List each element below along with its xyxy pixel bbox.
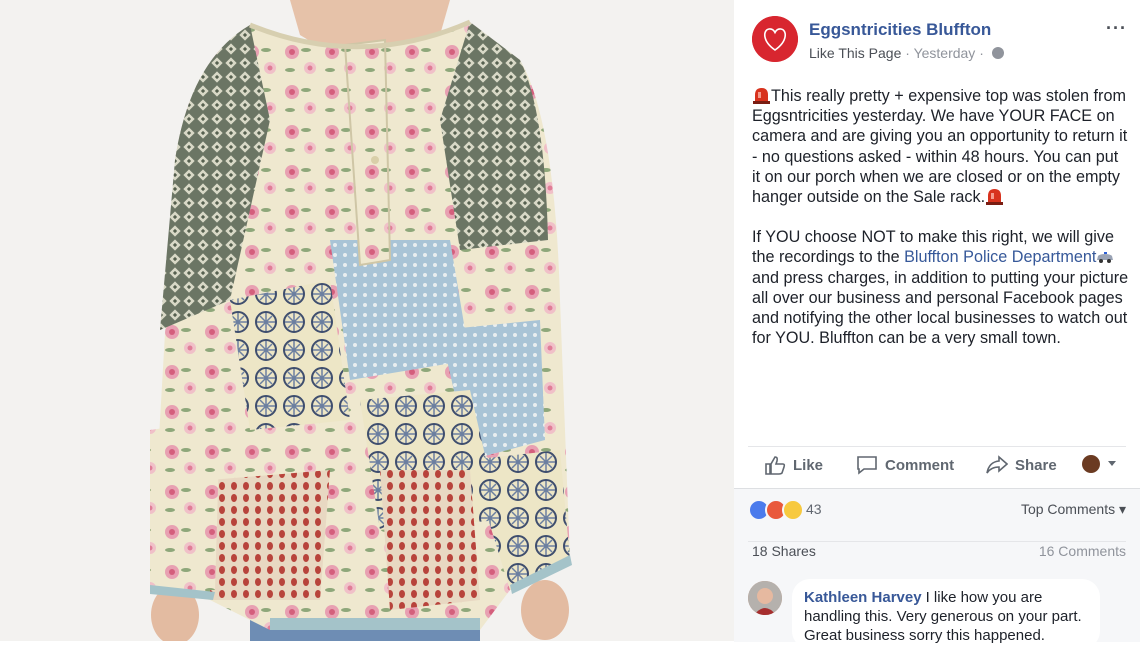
- like-page-link[interactable]: Like This Page: [809, 45, 901, 61]
- reaction-count[interactable]: 43: [806, 501, 822, 517]
- siren-icon-2: [986, 189, 1004, 206]
- post-body: This really pretty + expensive top was s…: [752, 86, 1130, 368]
- reaction-identity-selector[interactable]: [1082, 455, 1117, 473]
- post-meta: Like This Page · Yesterday ·: [809, 45, 1004, 61]
- chevron-down-icon: [1108, 461, 1116, 466]
- page-name[interactable]: Eggsntricities Bluffton: [809, 20, 991, 40]
- share-arrow-icon: [986, 455, 1008, 474]
- comment-author[interactable]: Kathleen Harvey: [804, 589, 922, 606]
- reaction-icons[interactable]: [748, 499, 804, 521]
- post-text-2b: and press charges, in addition to puttin…: [752, 268, 1129, 348]
- post-time[interactable]: Yesterday: [914, 45, 976, 61]
- shares-count[interactable]: 18 Shares: [752, 543, 816, 559]
- comment-bubble: Kathleen Harvey I like how you are handli…: [792, 579, 1100, 649]
- like-button[interactable]: Like: [764, 455, 823, 475]
- facebook-post: Eggsntricities Bluffton Like This Page ·…: [734, 0, 1140, 649]
- police-department-link[interactable]: Bluffton Police Department: [904, 248, 1096, 266]
- commenter-avatar[interactable]: [748, 581, 782, 615]
- heart-logo-icon: [752, 16, 798, 62]
- top-comments-dropdown[interactable]: Top Comments ▾: [1021, 501, 1126, 518]
- post-header: Eggsntricities Bluffton Like This Page ·…: [752, 16, 1127, 66]
- viewer-avatar: [1082, 455, 1100, 473]
- comment-item: Kathleen Harvey I like how you are handli…: [748, 579, 1128, 649]
- post-text-1: This really pretty + expensive top was s…: [752, 87, 1128, 207]
- comment-bubble-icon: [857, 456, 877, 475]
- post-footer: 43 Top Comments ▾ 18 Shares 16 Comments …: [734, 488, 1140, 649]
- share-label: Share: [1015, 456, 1057, 474]
- share-button[interactable]: Share: [986, 455, 1057, 475]
- police-car-icon: [1097, 252, 1114, 264]
- stolen-top-image: [0, 0, 734, 641]
- more-options-button[interactable]: ···: [1106, 18, 1127, 39]
- siren-icon: [753, 88, 770, 104]
- meta-separator: ·: [905, 45, 910, 61]
- page-avatar[interactable]: [752, 16, 798, 62]
- commenter-photo: [748, 581, 782, 615]
- meta-separator-2: ·: [979, 45, 984, 61]
- thumbs-up-icon: [765, 456, 786, 475]
- globe-icon: [991, 47, 1004, 59]
- comment-button[interactable]: Comment: [856, 455, 954, 475]
- product-photo[interactable]: [0, 0, 734, 641]
- post-paragraph-2: If YOU choose NOT to make this right, we…: [752, 227, 1130, 348]
- comment-label: Comment: [885, 456, 955, 474]
- comments-count[interactable]: 16 Comments: [1039, 543, 1126, 559]
- reactions-row: 43 Top Comments ▾: [748, 499, 1126, 523]
- post-actions: Like Comment Share: [748, 446, 1126, 483]
- post-paragraph-1: This really pretty + expensive top was s…: [752, 86, 1130, 207]
- wow-reaction-icon: [782, 499, 804, 521]
- like-label: Like: [793, 456, 824, 474]
